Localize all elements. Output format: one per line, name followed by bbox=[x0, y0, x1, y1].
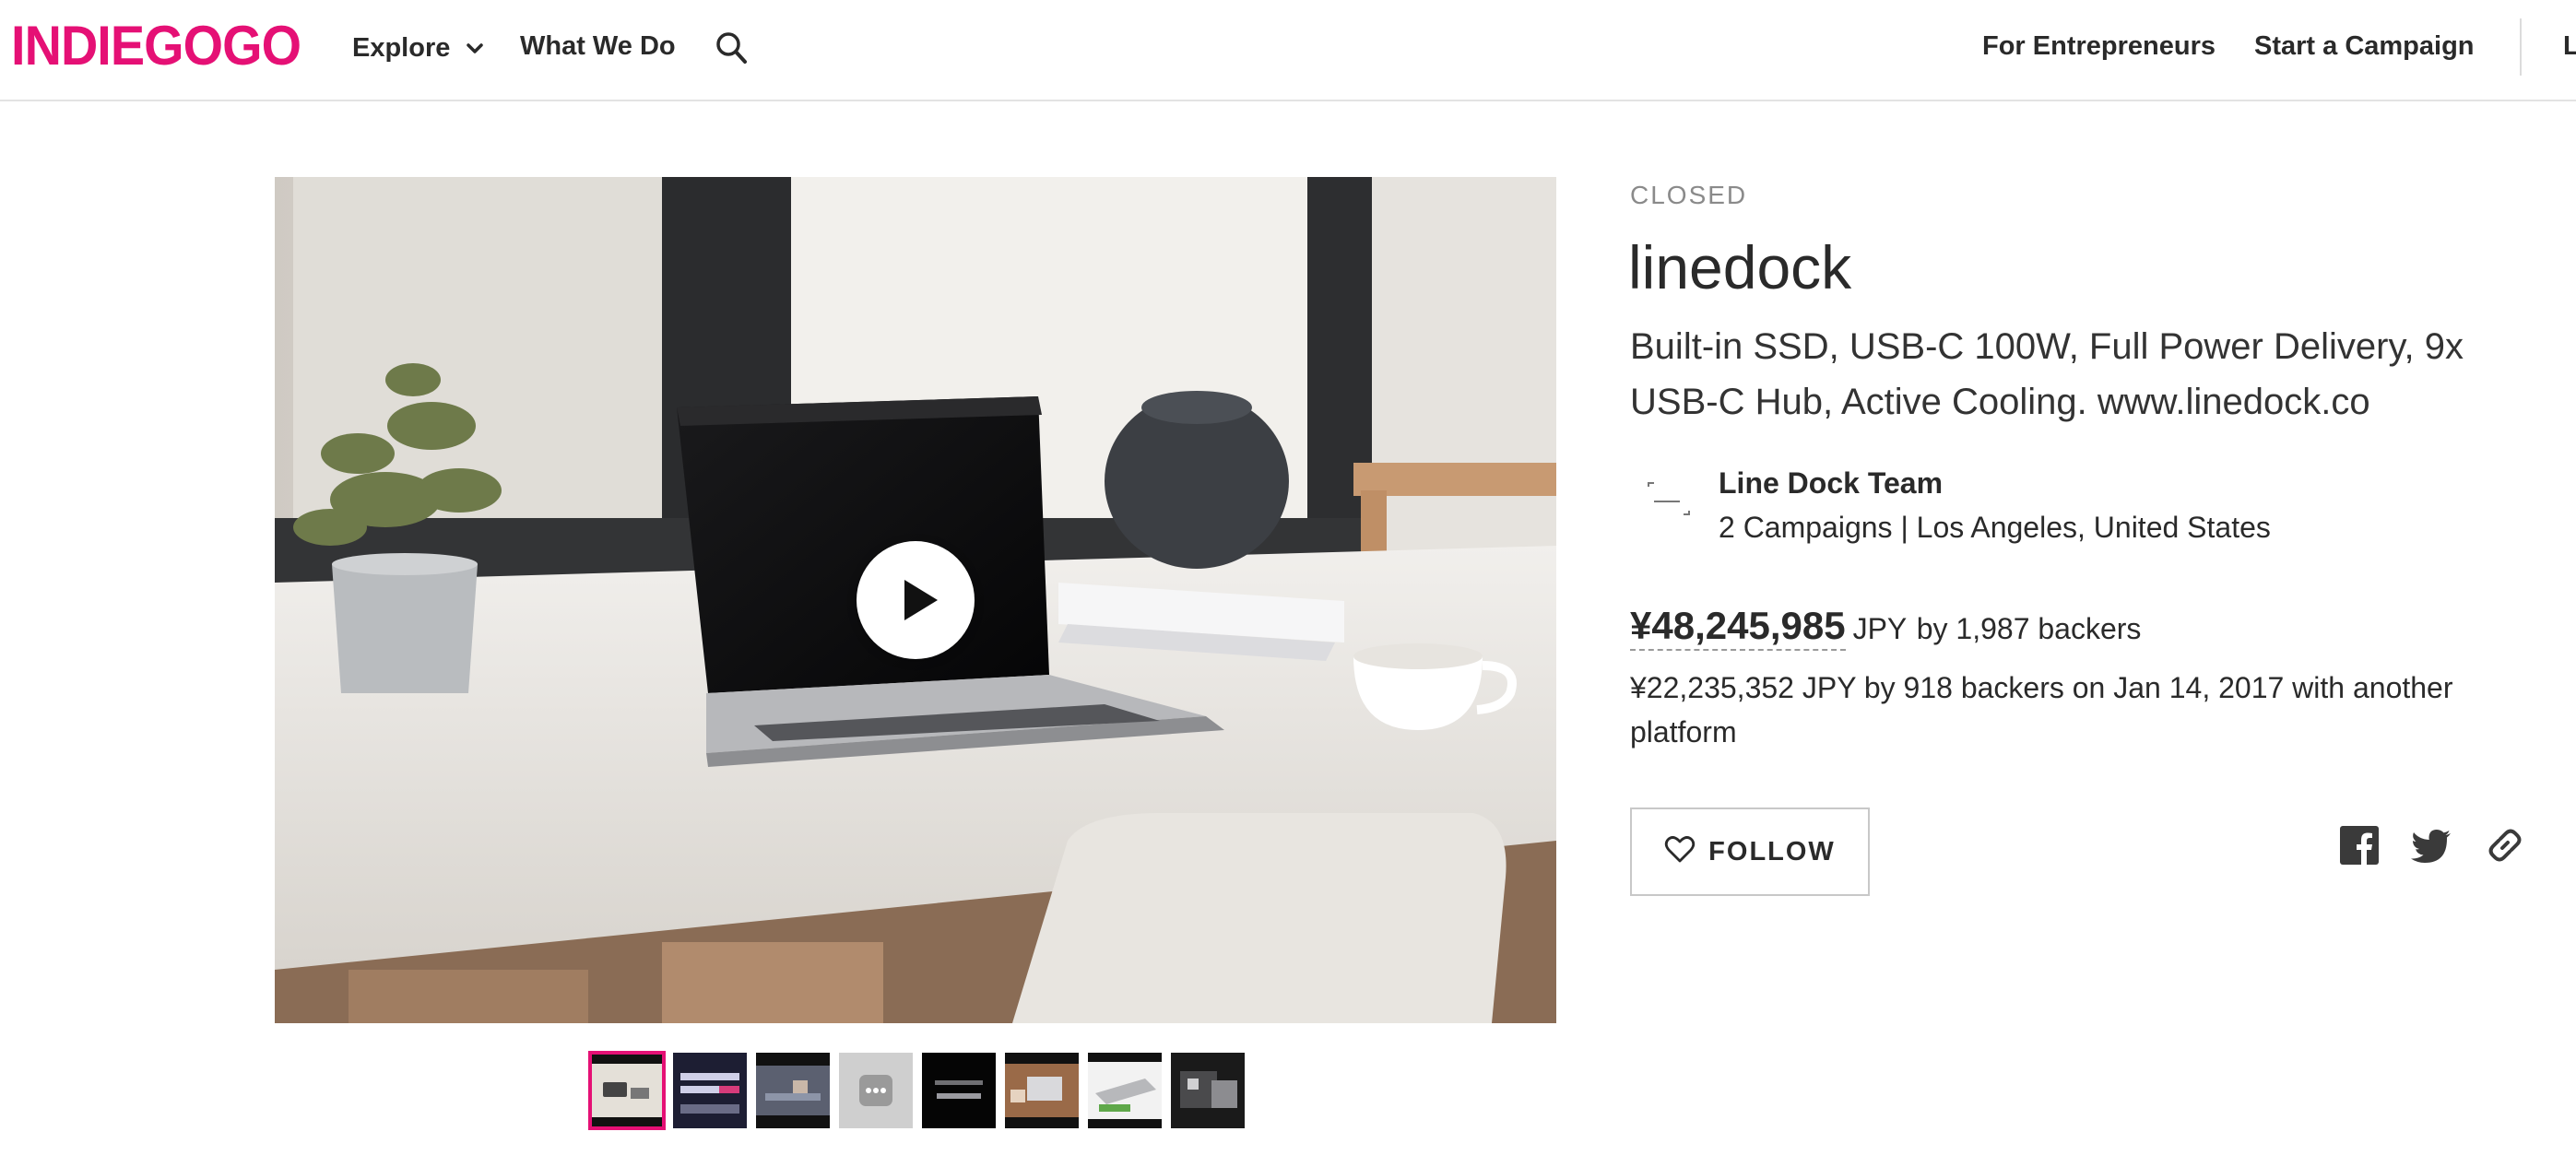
funds-raised[interactable]: ¥48,245,985 bbox=[1630, 604, 1846, 651]
follow-button[interactable]: FOLLOW bbox=[1630, 807, 1870, 896]
funds-backers: by 1,987 backers bbox=[1916, 612, 2142, 645]
indiegogo-logo[interactable]: INDIEGOGO bbox=[11, 17, 301, 76]
funds-currency: JPY bbox=[1852, 612, 1908, 645]
follow-label: FOLLOW bbox=[1708, 836, 1836, 866]
avatar[interactable] bbox=[1641, 474, 1696, 529]
media-thumbnail[interactable] bbox=[1171, 1053, 1245, 1128]
campaign-video[interactable] bbox=[275, 177, 1556, 1023]
site-header: INDIEGOGO Explore What We Do For Entrepr… bbox=[0, 0, 2576, 101]
nav-for-entrepreneurs[interactable]: For Entrepreneurs bbox=[1982, 28, 2216, 65]
nav-explore[interactable]: Explore bbox=[352, 28, 484, 66]
campaign-tagline: Built-in SSD, USB-C 100W, Full Power Del… bbox=[1630, 326, 2464, 422]
media-thumbnail[interactable] bbox=[1088, 1053, 1162, 1128]
funding-summary: ¥48,245,985 JPY by 1,987 backers bbox=[1630, 603, 2141, 658]
media-thumbnail[interactable] bbox=[673, 1053, 747, 1128]
play-icon[interactable] bbox=[857, 541, 975, 659]
owner-meta: 2 Campaigns | Los Angeles, United States bbox=[1719, 511, 2271, 544]
campaign-title: linedock bbox=[1628, 233, 1852, 301]
heart-icon bbox=[1664, 835, 1696, 869]
link-icon[interactable] bbox=[2484, 824, 2526, 866]
nav-what-we-do[interactable]: What We Do bbox=[520, 28, 676, 65]
campaign-status: CLOSED bbox=[1630, 181, 1748, 209]
media-thumbnail[interactable] bbox=[839, 1053, 913, 1128]
owner-name[interactable]: Line Dock Team bbox=[1719, 465, 1943, 501]
search-icon[interactable] bbox=[714, 28, 750, 68]
media-thumbnails bbox=[588, 1051, 1245, 1130]
media-thumbnail[interactable] bbox=[922, 1053, 996, 1128]
nav-start-a-campaign[interactable]: Start a Campaign bbox=[2254, 28, 2475, 65]
facebook-icon[interactable] bbox=[2338, 824, 2381, 866]
nav-divider bbox=[2520, 18, 2522, 76]
nav-explore-label: Explore bbox=[352, 33, 451, 63]
nav-login-cutoff[interactable]: L bbox=[2563, 28, 2576, 65]
previous-funding: ¥22,235,352 JPY by 918 backers on Jan 14… bbox=[1630, 671, 2453, 749]
media-thumbnail[interactable] bbox=[588, 1051, 666, 1130]
media-thumbnail[interactable] bbox=[1005, 1053, 1079, 1128]
chevron-down-icon bbox=[467, 28, 484, 65]
media-thumbnail[interactable] bbox=[756, 1053, 830, 1128]
twitter-icon[interactable] bbox=[2410, 824, 2452, 866]
